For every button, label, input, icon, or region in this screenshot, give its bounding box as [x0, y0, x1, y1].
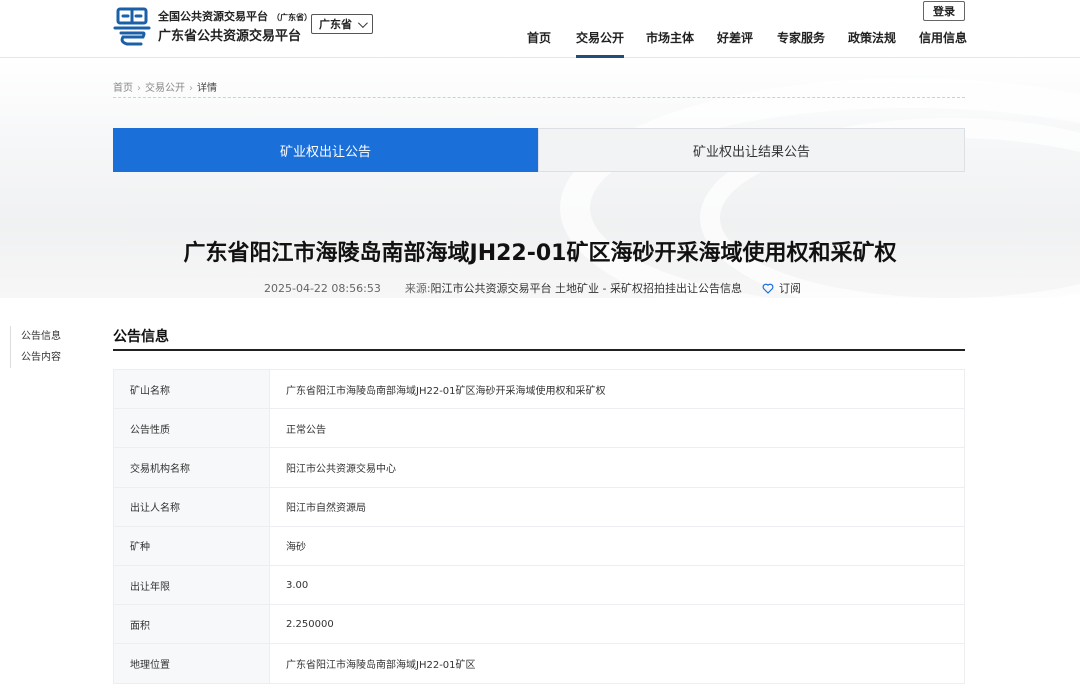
section-divider: [113, 349, 965, 351]
field-label: 出让年限: [113, 564, 270, 606]
table-row: 出让人名称 阳江市自然资源局: [113, 486, 965, 527]
field-label: 地理位置: [113, 643, 270, 684]
nav-trade-public[interactable]: 交易公开: [576, 29, 625, 58]
table-row: 出让年限 3.00: [113, 564, 965, 606]
field-label: 矿种: [113, 525, 270, 566]
region-select-value: 广东省: [319, 18, 352, 31]
breadcrumb: 首页 › 交易公开 › 详情: [113, 83, 217, 94]
page-title: 广东省阳江市海陵岛南部海域JH22-01矿区海砂开采海域使用权和采矿权: [183, 241, 897, 266]
field-label: 出让人名称: [113, 486, 270, 527]
tab-transfer-result[interactable]: 矿业权出让结果公告: [538, 128, 965, 172]
field-value: 3.00: [269, 564, 965, 606]
table-row: 矿山名称 广东省阳江市海陵岛南部海域JH22-01矿区海砂开采海域使用权和采矿权: [113, 368, 965, 410]
field-value: 阳江市自然资源局: [269, 486, 965, 527]
field-value: 正常公告: [269, 408, 965, 449]
nav-expert-service[interactable]: 专家服务: [777, 29, 825, 56]
side-anchor-nav: 公告信息 公告内容: [10, 326, 61, 368]
nav-market-entity[interactable]: 市场主体: [646, 29, 694, 56]
nav-credit[interactable]: 信用信息: [919, 29, 967, 56]
platform-national-name: 全国公共资源交易平台 （广东省）: [158, 10, 312, 23]
login-button[interactable]: 登录: [923, 1, 965, 21]
announcement-info-table: 矿山名称 广东省阳江市海陵岛南部海域JH22-01矿区海砂开采海域使用权和采矿权 …: [113, 368, 965, 684]
source-label: 来源:: [404, 282, 431, 295]
chevron-down-icon: [357, 17, 368, 28]
breadcrumb-trade-public[interactable]: 交易公开: [145, 83, 185, 94]
yue-logo-icon[interactable]: [113, 6, 151, 46]
breadcrumb-home[interactable]: 首页: [113, 83, 133, 94]
heart-icon[interactable]: [762, 283, 774, 294]
field-value: 2.250000: [269, 604, 965, 645]
breadcrumb-current: 详情: [197, 83, 217, 94]
field-label: 矿山名称: [113, 368, 270, 410]
field-label: 交易机构名称: [113, 447, 270, 488]
nav-evaluation[interactable]: 好差评: [717, 29, 753, 56]
article-meta: 2025-04-22 08:56:53 来源: 阳江市公共资源交易平台 土地矿业…: [264, 280, 801, 296]
field-value: 阳江市公共资源交易中心: [269, 447, 965, 488]
nav-home[interactable]: 首页: [527, 29, 551, 56]
field-label: 公告性质: [113, 408, 270, 449]
subscribe-button[interactable]: 订阅: [779, 280, 801, 296]
nav-policy[interactable]: 政策法规: [848, 29, 896, 56]
section-title: 公告信息: [113, 329, 169, 345]
side-nav-item-content[interactable]: 公告内容: [21, 347, 61, 368]
publish-date: 2025-04-22 08:56:53: [264, 281, 381, 295]
tab-transfer-announcement[interactable]: 矿业权出让公告: [113, 128, 538, 172]
field-value: 广东省阳江市海陵岛南部海域JH22-01矿区: [269, 643, 965, 684]
side-nav-item-info[interactable]: 公告信息: [21, 326, 61, 347]
region-select[interactable]: 广东省: [311, 14, 373, 34]
field-label: 面积: [113, 604, 270, 645]
site-header: 全国公共资源交易平台 （广东省） 广东省公共资源交易平台 广东省 登录 首页 交易…: [0, 0, 1080, 58]
field-value: 海砂: [269, 525, 965, 566]
table-row: 矿种 海砂: [113, 525, 965, 566]
table-row: 公告性质 正常公告: [113, 408, 965, 449]
source-text: 阳江市公共资源交易平台 土地矿业 - 采矿权招拍挂出让公告信息: [430, 282, 743, 295]
field-value: 广东省阳江市海陵岛南部海域JH22-01矿区海砂开采海域使用权和采矿权: [269, 368, 965, 410]
announcement-tabs: 矿业权出让公告 矿业权出让结果公告: [113, 128, 965, 172]
platform-province-name: 广东省公共资源交易平台: [158, 29, 302, 44]
table-row: 面积 2.250000: [113, 604, 965, 645]
table-row: 地理位置 广东省阳江市海陵岛南部海域JH22-01矿区: [113, 643, 965, 684]
table-row: 交易机构名称 阳江市公共资源交易中心: [113, 447, 965, 488]
divider: [113, 97, 965, 98]
